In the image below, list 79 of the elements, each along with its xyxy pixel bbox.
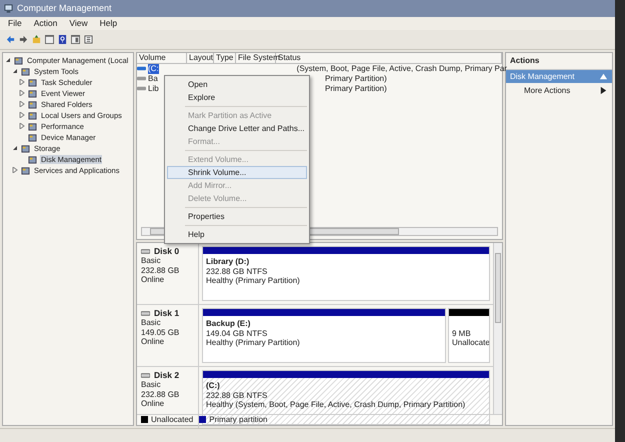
table-cell: Lib [148, 84, 159, 94]
disk-detail: Basic [141, 318, 162, 328]
tree-node-icon [28, 133, 37, 142]
tree-node-icon [28, 78, 37, 87]
menu-item[interactable]: Open [167, 78, 307, 91]
legend-label: Primary partition [209, 415, 268, 424]
table-cell: (C: [148, 64, 159, 74]
disk-detail: Online [141, 337, 166, 347]
action-item[interactable]: More Actions [506, 83, 612, 99]
menu-item[interactable]: Action [34, 18, 58, 29]
partition-block[interactable]: 9 MB Unallocate [448, 308, 490, 363]
column-header[interactable]: Volume [137, 53, 187, 63]
disk-name: Disk 1 [154, 308, 180, 318]
column-header[interactable]: Layout [187, 53, 214, 63]
collapse-triangle-icon[interactable] [12, 68, 18, 76]
tree-node-icon [28, 89, 37, 98]
tree-node-icon [14, 56, 23, 65]
disk-detail: 149.05 GB [141, 328, 180, 338]
computer-icon [4, 4, 13, 13]
expand-triangle-icon[interactable] [19, 90, 25, 98]
partition-size: 149.04 GB NTFS [206, 328, 268, 338]
disk-detail: 232.88 GB [141, 390, 180, 400]
collapse-caret-icon [599, 72, 608, 81]
partition-size: 9 MB [452, 328, 472, 338]
menu-item[interactable]: Help [167, 228, 307, 241]
partition-name: Backup (E:) [206, 319, 252, 329]
partition-size: 232.88 GB NTFS [206, 390, 268, 400]
properties-icon[interactable] [84, 35, 93, 44]
forward-arrow-icon[interactable] [19, 35, 28, 44]
menu-item[interactable]: Help [100, 18, 118, 29]
submenu-arrow-icon [599, 86, 608, 96]
tree-node-icon [28, 111, 37, 120]
table-cell: (System, Boot, Page File, Active, Crash Dump, Primary Par [296, 64, 507, 74]
partition-block[interactable]: Backup (E:) 149.04 GB NTFS Healthy (Primary Partition) [202, 308, 446, 363]
vertical-scrollbar[interactable] [493, 243, 502, 414]
disk-detail: Basic [141, 380, 162, 390]
partition-name: (C:) [206, 381, 221, 391]
table-cell: Primary Partition) [325, 84, 387, 94]
collapse-triangle-icon[interactable] [12, 144, 18, 152]
legend-label: Unallocated [151, 415, 194, 424]
folder-up-icon[interactable] [32, 35, 41, 44]
collapse-triangle-icon[interactable] [5, 56, 11, 64]
expand-triangle-icon[interactable] [19, 122, 25, 130]
table-cell: Ba [148, 74, 158, 84]
disk-name: Disk 2 [154, 370, 180, 380]
menu-item[interactable]: Shrink Volume... [167, 166, 307, 179]
menu-item[interactable]: File [8, 18, 22, 29]
action-pane-icon[interactable] [71, 35, 80, 44]
partition-status: Healthy (Primary Partition) [206, 276, 301, 286]
tree-node-icon [28, 122, 37, 131]
tree-node-icon [21, 67, 30, 76]
disk-detail: Online [141, 275, 166, 285]
tree-node-icon [28, 100, 37, 109]
section-title: Disk Management [510, 72, 574, 82]
partition-block[interactable]: Library (D:) 232.88 GB NTFS Healthy (Primary Partition) [202, 246, 490, 301]
partition-status: Healthy (Primary Partition) [206, 338, 301, 348]
expand-triangle-icon[interactable] [19, 100, 25, 108]
partition-size: 232.88 GB NTFS [206, 266, 268, 276]
partition-name: Library (D:) [206, 257, 250, 267]
column-header[interactable]: Type [214, 53, 236, 63]
back-arrow-icon[interactable] [6, 35, 15, 44]
disk-name: Disk 0 [154, 246, 180, 256]
disk-detail: Online [141, 399, 166, 409]
disk-detail: Basic [141, 256, 162, 266]
disk-detail: 232.88 GB [141, 266, 180, 276]
console-tree-icon[interactable] [45, 35, 54, 44]
tree-node-icon [21, 166, 30, 175]
tree-node-icon [28, 155, 37, 164]
menu-item[interactable]: View [69, 18, 88, 29]
menu-item[interactable]: Properties [167, 210, 307, 223]
partition-status: Healthy (System, Boot, Page File, Active, Crash Dump, Primary Partition) [206, 400, 466, 410]
expand-triangle-icon[interactable] [19, 112, 25, 120]
menu-item[interactable]: Explore [167, 91, 307, 104]
menu-item[interactable]: Change Drive Letter and Paths... [167, 122, 307, 135]
expand-triangle-icon[interactable] [12, 166, 18, 174]
tree-node-icon [21, 144, 30, 153]
expand-triangle-icon[interactable] [19, 78, 25, 86]
table-cell: Primary Partition) [325, 74, 387, 84]
window-title: Computer Management [17, 3, 112, 14]
